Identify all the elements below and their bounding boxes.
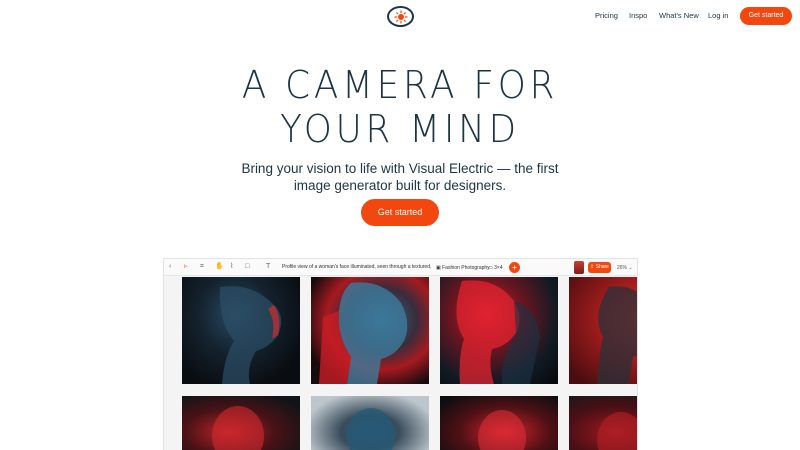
- generated-image-6[interactable]: [311, 396, 429, 450]
- nav-whats-new-link[interactable]: What's New: [659, 11, 699, 20]
- hero-subtitle: Bring your vision to life with Visual El…: [240, 160, 560, 194]
- generated-image-5[interactable]: [182, 396, 300, 450]
- app-preview-window: ‹ ▹ ⌗ ✋ ⌇ □ T Profile view of a woman's …: [163, 258, 638, 450]
- top-nav: Pricing Inspo What's New Log in Get star…: [0, 0, 800, 34]
- generated-image-4[interactable]: [569, 277, 637, 384]
- brush-tool-icon[interactable]: ⌇: [230, 262, 233, 272]
- hero-subtitle-line-1: Bring your vision to life with Visual El…: [241, 161, 559, 176]
- generate-button[interactable]: +: [509, 262, 520, 273]
- nav-inspo-link[interactable]: Inspo: [629, 11, 647, 20]
- hand-tool-icon[interactable]: ✋: [215, 262, 224, 272]
- generated-image-7[interactable]: [440, 396, 558, 450]
- back-arrow-icon[interactable]: ‹: [169, 262, 171, 272]
- hero-title: A CAMERA FOR YOUR MIND: [24, 63, 776, 151]
- share-icon: ⇪: [590, 264, 595, 270]
- app-toolbar: ‹ ▹ ⌗ ✋ ⌇ □ T Profile view of a woman's …: [164, 259, 637, 276]
- grid-tool-icon[interactable]: ⌗: [200, 262, 204, 272]
- plus-icon: +: [512, 263, 517, 272]
- hero-title-line-2: YOUR MIND: [280, 107, 520, 151]
- hero-title-line-1: A CAMERA FOR: [241, 63, 559, 107]
- generated-image-3[interactable]: [440, 277, 558, 384]
- style-chip-label: Fashion Photography: [442, 265, 490, 271]
- nav-get-started-button[interactable]: Get started: [740, 7, 792, 25]
- generated-image-8[interactable]: [569, 396, 637, 450]
- avatar[interactable]: [574, 261, 584, 274]
- sun-logo-icon[interactable]: [387, 6, 414, 27]
- zoom-level[interactable]: 26% ⌄: [617, 264, 633, 272]
- hero-subtitle-line-2: image generator built for designers.: [293, 178, 507, 193]
- shape-tool-icon[interactable]: □: [245, 262, 249, 272]
- ratio-chip-label: 3×4: [494, 265, 503, 271]
- nav-login-link[interactable]: Log in: [708, 11, 728, 20]
- share-button[interactable]: ⇪ Share: [588, 262, 611, 273]
- zoom-value: 26%: [617, 265, 628, 271]
- style-chip[interactable]: ▣ Fashion Photography: [436, 264, 490, 272]
- share-label: Share: [595, 264, 609, 270]
- ratio-chip[interactable]: ▭ 3×4: [488, 264, 503, 272]
- generated-image-1[interactable]: [182, 277, 300, 384]
- cursor-tool-icon[interactable]: ▹: [184, 262, 188, 272]
- text-tool-icon[interactable]: T: [266, 262, 270, 272]
- generated-image-2[interactable]: [311, 277, 429, 384]
- prompt-input[interactable]: Profile view of a woman's face illuminat…: [282, 263, 432, 272]
- nav-pricing-link[interactable]: Pricing: [595, 11, 618, 20]
- hero-get-started-button[interactable]: Get started: [361, 199, 439, 226]
